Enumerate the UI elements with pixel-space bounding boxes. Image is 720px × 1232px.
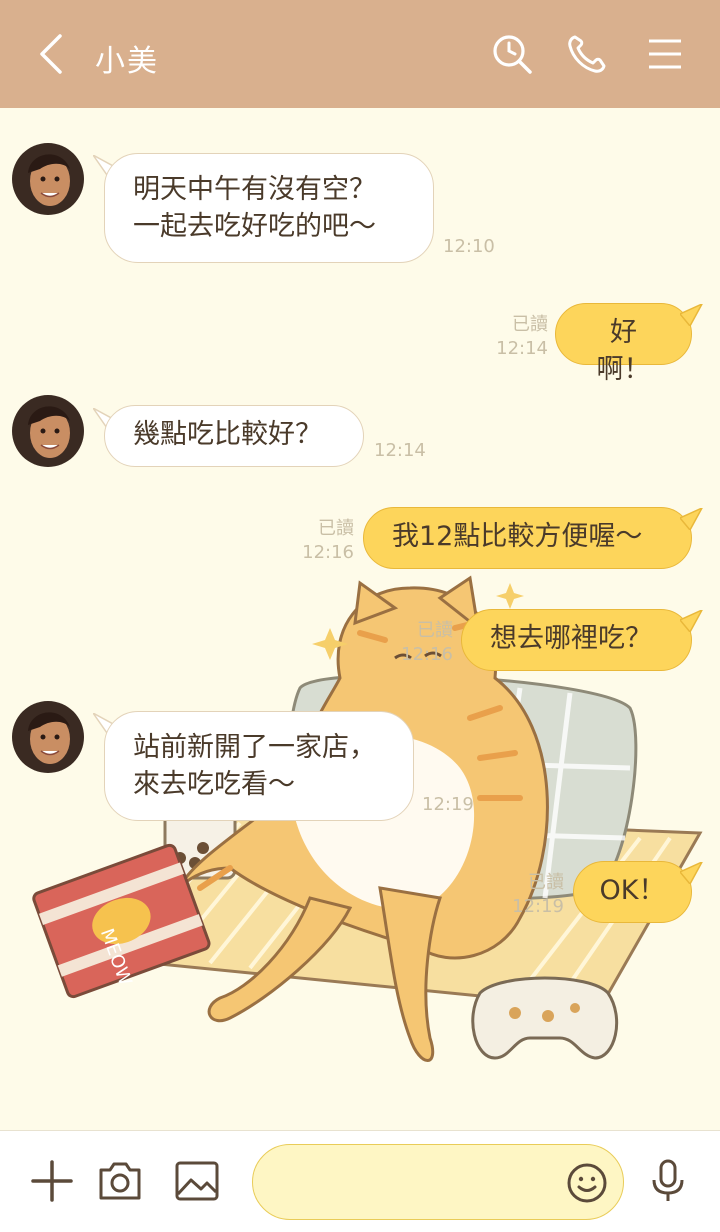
- outgoing-message[interactable]: 好啊！: [555, 303, 692, 385]
- read-receipt: 已讀: [417, 620, 453, 641]
- image-icon[interactable]: [172, 1156, 222, 1206]
- camera-icon[interactable]: [95, 1156, 145, 1206]
- message-text: 來去吃吃看～: [133, 769, 295, 800]
- message-input-box[interactable]: [252, 1144, 624, 1220]
- contact-avatar[interactable]: [12, 395, 84, 467]
- message-text: 明天中午有沒有空？: [133, 174, 376, 205]
- microphone-icon[interactable]: [643, 1156, 693, 1206]
- incoming-message[interactable]: 站前新開了一家店， 來去吃吃看～: [104, 711, 414, 821]
- emoji-icon[interactable]: [565, 1161, 609, 1205]
- message-text: 站前新開了一家店，: [133, 732, 376, 763]
- chat-area[interactable]: MEOW 明天中午有沒有空？ 一起去吃好吃的吧～ 12:10 已讀 12:14 …: [0, 108, 720, 1130]
- message-text: 好啊！: [596, 317, 651, 385]
- contact-avatar[interactable]: [12, 143, 84, 215]
- read-receipt: 已讀: [528, 872, 564, 893]
- bubble-tail: [680, 304, 703, 326]
- message-time: 12:14: [374, 440, 426, 461]
- message-time: 12:10: [443, 236, 495, 257]
- menu-icon[interactable]: [643, 32, 687, 76]
- back-icon[interactable]: [30, 30, 74, 78]
- search-icon[interactable]: [490, 32, 534, 76]
- message-time: 12:19: [422, 794, 474, 815]
- message-time: 12:16: [302, 542, 354, 563]
- input-bar: [0, 1130, 720, 1232]
- bubble-tail: [680, 610, 703, 632]
- outgoing-message[interactable]: 我12點比較方便喔～: [363, 507, 692, 569]
- message-text: OK！: [599, 875, 666, 906]
- contact-avatar[interactable]: [12, 701, 84, 773]
- incoming-message[interactable]: 幾點吃比較好？: [104, 405, 364, 467]
- message-time: 12:16: [401, 644, 453, 665]
- message-time: 12:14: [496, 338, 548, 359]
- bubble-tail: [680, 862, 703, 884]
- chat-title: 小美: [95, 44, 159, 79]
- message-text: 想去哪裡吃？: [490, 623, 652, 654]
- message-input[interactable]: [275, 1161, 555, 1203]
- chat-header: 小美: [0, 0, 720, 108]
- message-time: 12:19: [512, 896, 564, 917]
- read-receipt: 已讀: [318, 518, 354, 539]
- message-text: 幾點吃比較好？: [133, 419, 322, 450]
- plus-icon[interactable]: [27, 1156, 77, 1206]
- message-text: 一起去吃好吃的吧～: [133, 211, 376, 242]
- outgoing-message[interactable]: OK！: [573, 861, 692, 923]
- read-receipt: 已讀: [512, 314, 548, 335]
- phone-icon[interactable]: [565, 32, 609, 76]
- outgoing-message[interactable]: 想去哪裡吃？: [461, 609, 692, 671]
- incoming-message[interactable]: 明天中午有沒有空？ 一起去吃好吃的吧～: [104, 153, 434, 263]
- bubble-tail: [680, 508, 703, 530]
- message-text: 我12點比較方便喔～: [392, 521, 643, 552]
